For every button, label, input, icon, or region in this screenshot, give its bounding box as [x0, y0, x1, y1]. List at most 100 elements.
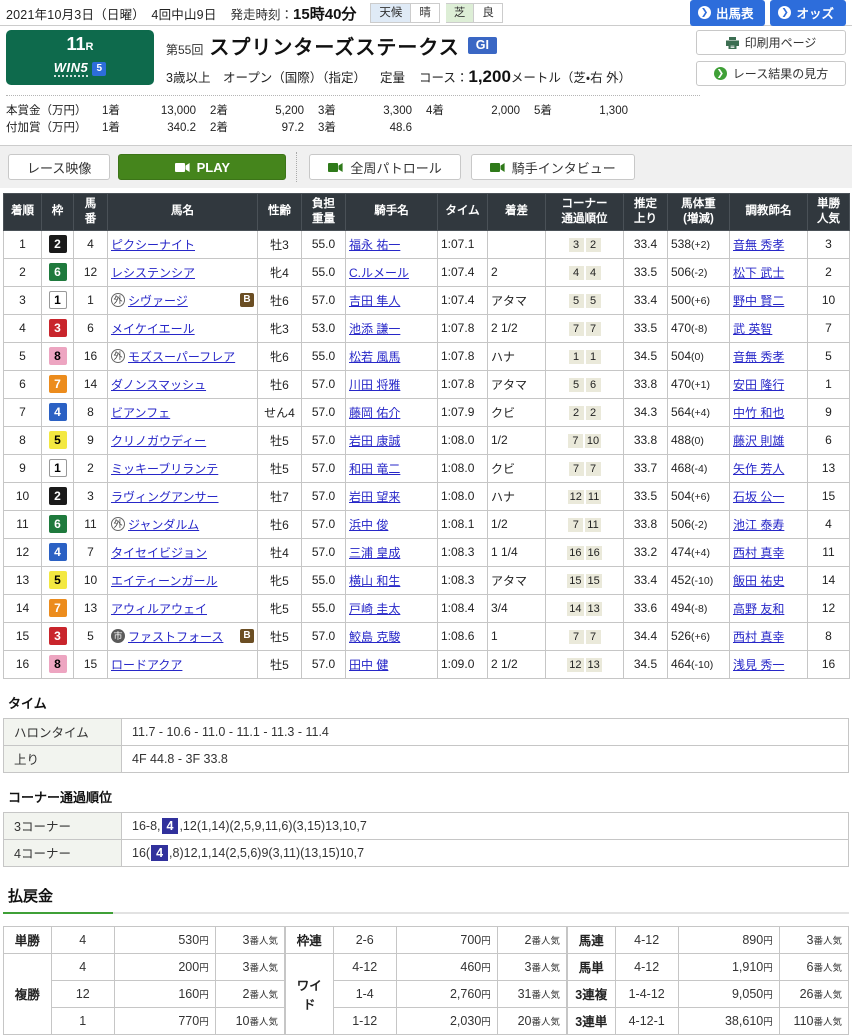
last-3f-time: 33.6 — [623, 593, 668, 623]
trainer-name-link[interactable]: 高野 友和 — [733, 602, 784, 616]
trainer-cell: 西村 真幸 — [729, 537, 808, 567]
print-page-button[interactable]: 印刷用ページ — [696, 30, 846, 55]
frame-number: 5 — [48, 571, 67, 590]
jockey-name-link[interactable]: 鮫島 克駿 — [349, 630, 400, 644]
jockey-name-link[interactable]: 横山 和生 — [349, 574, 400, 588]
popularity-unit: 番人気 — [249, 962, 278, 974]
payout-amount-value: 460 — [460, 959, 482, 974]
result-guide-button[interactable]: ❯ レース結果の見方 — [696, 61, 846, 86]
trainer-name-link[interactable]: 石坂 公一 — [733, 490, 784, 504]
frame-cell: 1 — [41, 453, 74, 483]
horse-name-link[interactable]: エイティーンガール — [111, 572, 217, 589]
trainer-name-link[interactable]: 中竹 和也 — [733, 406, 784, 420]
jockey-name-link[interactable]: 戸崎 圭太 — [349, 602, 400, 616]
corner-order-post: ,12(1,14)(2,5,9,11,6)(3,15)13,10,7 — [179, 818, 367, 833]
trainer-name-link[interactable]: 池江 泰寿 — [733, 518, 784, 532]
trainer-name-link[interactable]: 松下 武士 — [733, 266, 784, 280]
main-prize-label: 本賞金（万円） — [6, 105, 87, 117]
horse-name-link[interactable]: レシステンシア — [111, 264, 195, 281]
horse-name-cell: ダノンスマッシュ — [107, 369, 258, 399]
jockey-name-link[interactable]: 三浦 皇成 — [349, 546, 400, 560]
margin: アタマ — [487, 285, 546, 315]
jockey-name-link[interactable]: 岩田 望来 — [349, 490, 400, 504]
horse-name-link[interactable]: メイケイエール — [111, 320, 195, 337]
jockey-cell: 池添 謙一 — [345, 313, 438, 343]
yen-unit: 円 — [481, 962, 491, 974]
horse-name-link[interactable]: ジャンダルム — [128, 516, 199, 533]
play-button[interactable]: PLAY — [118, 154, 287, 180]
results-column-header: コーナー 通過順位 — [545, 193, 624, 231]
jockey-name-link[interactable]: 浜中 俊 — [349, 518, 388, 532]
trainer-name-link[interactable]: 矢作 芳人 — [733, 462, 784, 476]
jockey-name-link[interactable]: 松若 風馬 — [349, 350, 400, 364]
payout-popularity: 2番人気 — [496, 925, 568, 954]
horse-name-link[interactable]: ロードアクア — [111, 656, 182, 673]
horse-name-link[interactable]: アウィルアウェイ — [111, 600, 207, 617]
print-page-label: 印刷用ページ — [744, 36, 817, 50]
payout-combination: 1 — [50, 1006, 115, 1035]
horse-name-link[interactable]: ラヴィングアンサー — [111, 488, 219, 505]
patrol-video-button[interactable]: 全周パトロール — [309, 154, 461, 180]
jockey-name-link[interactable]: C.ルメール — [349, 266, 409, 280]
horse-name-link[interactable]: ミッキーブリランテ — [111, 460, 218, 477]
horse-name-link[interactable]: ピクシーナイト — [111, 236, 195, 253]
body-weight-diff: (-10) — [691, 575, 714, 588]
odds-button[interactable]: ❯ オッズ — [770, 0, 846, 26]
trainer-name-link[interactable]: 西村 真幸 — [733, 546, 784, 560]
corner-positions: 77 — [545, 453, 624, 483]
horse-name-link[interactable]: クリノガウディー — [111, 432, 206, 449]
carried-weight: 55.0 — [301, 229, 346, 259]
finish-time: 1:07.8 — [437, 313, 488, 343]
last-3f-time: 34.3 — [623, 397, 668, 427]
jockey-name-link[interactable]: 吉田 隼人 — [349, 294, 400, 308]
sex-age: 牝3 — [257, 313, 302, 343]
payout-combination: 1-4 — [332, 979, 397, 1008]
body-weight-diff: (0) — [691, 351, 704, 364]
finish-position: 9 — [3, 453, 42, 483]
jockey-name-link[interactable]: 田中 健 — [349, 658, 388, 672]
jockey-name-link[interactable]: 福永 祐一 — [349, 238, 400, 252]
trainer-name-link[interactable]: 武 英智 — [733, 322, 772, 336]
body-weight-value: 506 — [671, 517, 692, 532]
finish-position: 3 — [3, 285, 42, 315]
horse-name-link[interactable]: ダノンスマッシュ — [111, 376, 206, 393]
racecard-button[interactable]: ❯ 出馬表 — [689, 0, 766, 26]
trainer-name-link[interactable]: 音無 秀孝 — [733, 238, 784, 252]
carried-weight: 57.0 — [301, 621, 346, 651]
trainer-name-link[interactable]: 藤沢 則雄 — [733, 434, 784, 448]
horse-name-link[interactable]: ビアンフェ — [111, 404, 170, 421]
trainer-cell: 西村 真幸 — [729, 621, 808, 651]
last-3f-time: 34.5 — [623, 649, 668, 679]
trainer-name-link[interactable]: 浅見 秀一 — [733, 658, 784, 672]
horse-name-link[interactable]: モズスーパーフレア — [128, 348, 235, 365]
horse-name-link[interactable]: シヴァージ — [128, 292, 188, 309]
yen-unit: 円 — [763, 1016, 773, 1028]
jockey-interview-button[interactable]: 騎手インタビュー — [470, 154, 635, 180]
trainer-name-link[interactable]: 安田 隆行 — [733, 378, 784, 392]
trainer-name-link[interactable]: 野中 賢二 — [733, 294, 784, 308]
racecard-button-label: 出馬表 — [715, 7, 754, 21]
jockey-name-link[interactable]: 川田 将雅 — [349, 378, 400, 392]
jockey-name-link[interactable]: 藤岡 佑介 — [349, 406, 400, 420]
trainer-name-link[interactable]: 音無 秀孝 — [733, 350, 784, 364]
payout-combination: 4 — [50, 952, 115, 981]
corner-position: 4 — [585, 265, 601, 280]
trainer-name-link[interactable]: 西村 真幸 — [733, 630, 784, 644]
corner-position: 3 — [568, 237, 584, 252]
payout-popularity: 26番人気 — [778, 979, 850, 1008]
body-weight: 538(+2) — [667, 229, 730, 259]
payout-amount-value: 770 — [178, 1013, 200, 1028]
horse-name-link[interactable]: タイセイビジョン — [111, 544, 207, 561]
finish-time: 1:07.8 — [437, 341, 488, 371]
yen-unit: 円 — [481, 1016, 491, 1028]
frame-cell: 3 — [41, 621, 74, 651]
jockey-name-link[interactable]: 岩田 康誠 — [349, 434, 400, 448]
horse-name-link[interactable]: ファストフォース — [128, 628, 223, 645]
frame-number: 2 — [48, 487, 67, 506]
body-weight: 504(+6) — [667, 481, 730, 511]
jockey-name-link[interactable]: 池添 謙一 — [349, 322, 400, 336]
frame-number: 8 — [48, 655, 67, 674]
race-video-button[interactable]: レース映像 — [8, 154, 111, 180]
jockey-name-link[interactable]: 和田 竜二 — [349, 462, 400, 476]
trainer-name-link[interactable]: 飯田 祐史 — [733, 574, 784, 588]
